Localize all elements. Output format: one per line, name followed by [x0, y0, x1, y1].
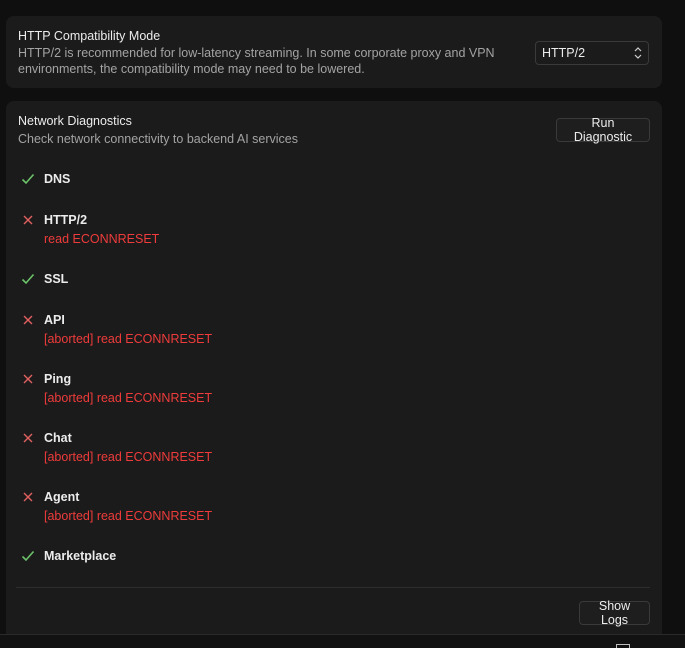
http-mode-select[interactable]: HTTP/2	[535, 41, 649, 65]
http-mode-value: HTTP/2	[542, 46, 586, 60]
check-name: SSL	[44, 272, 69, 286]
check-error: [aborted] read ECONNRESET	[44, 391, 213, 405]
http-compatibility-card: HTTP Compatibility Mode HTTP/2 is recomm…	[6, 16, 662, 88]
panel-toggle-icon[interactable]	[616, 644, 630, 648]
network-diagnostics-card: Network Diagnostics Check network connec…	[6, 101, 662, 647]
check-error: [aborted] read ECONNRESET	[44, 332, 213, 346]
check-name: Agent	[44, 490, 80, 504]
show-logs-button[interactable]: Show Logs	[579, 599, 650, 627]
x-icon	[23, 374, 33, 384]
check-name: HTTP/2	[44, 213, 88, 227]
diagnostics-description: Check network connectivity to backend AI…	[18, 132, 298, 146]
check-name: API	[44, 313, 65, 327]
x-icon	[23, 492, 33, 502]
check-name: Ping	[44, 372, 72, 386]
check-name: DNS	[44, 172, 71, 186]
diagnostics-title: Network Diagnostics	[18, 114, 132, 128]
compat-description: HTTP/2 is recommended for low-latency st…	[18, 46, 495, 76]
run-diagnostic-button[interactable]: Run Diagnostic	[556, 116, 650, 144]
compat-title: HTTP Compatibility Mode	[18, 29, 161, 43]
check-name: Chat	[44, 431, 72, 445]
divider	[16, 587, 650, 588]
bottom-panel-edge	[0, 634, 685, 648]
check-error: [aborted] read ECONNRESET	[44, 450, 213, 464]
check-icon	[21, 550, 35, 562]
check-icon	[21, 273, 35, 285]
check-error: read ECONNRESET	[44, 232, 160, 246]
check-name: Marketplace	[44, 549, 117, 563]
check-icon	[21, 173, 35, 185]
x-icon	[23, 215, 33, 225]
check-error: [aborted] read ECONNRESET	[44, 509, 213, 523]
x-icon	[23, 433, 33, 443]
x-icon	[23, 315, 33, 325]
chevron-up-down-icon	[634, 47, 642, 59]
